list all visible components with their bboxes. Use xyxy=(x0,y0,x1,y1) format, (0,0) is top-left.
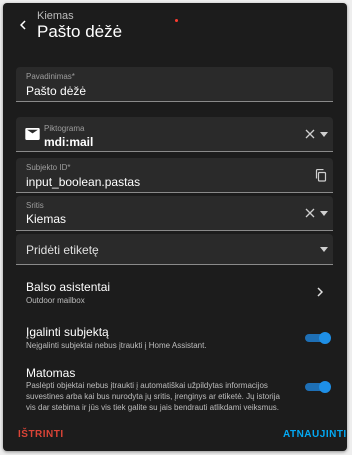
labels-placeholder: Pridėti etiketę xyxy=(26,243,99,257)
indicator-dot xyxy=(175,19,178,22)
visible-description: Paslėpti objektai nebus įtraukti į autom… xyxy=(26,381,280,412)
area-field[interactable]: Sritis Kiemas xyxy=(16,196,333,231)
delete-button[interactable]: IŠTRINTI xyxy=(18,429,64,440)
voice-assistants-title: Balso asistentai xyxy=(26,280,111,294)
icon-field-value: mdi:mail xyxy=(44,135,94,149)
name-field-label: Pavadinimas* xyxy=(26,72,75,81)
voice-assistants-row[interactable]: Balso asistentai Outdoor mailbox xyxy=(3,275,347,309)
visible-row: Matomas Paslėpti objektai nebus įtraukti… xyxy=(3,363,347,423)
voice-assistants-subtitle: Outdoor mailbox xyxy=(26,296,85,305)
area-field-label: Sritis xyxy=(26,201,44,210)
name-field[interactable]: Pavadinimas* Pašto dėžė xyxy=(16,67,333,102)
visible-toggle[interactable] xyxy=(305,381,331,393)
icon-field-label: Piktograma xyxy=(44,124,85,133)
dialog-header: Kiemas Pašto dėžė xyxy=(3,3,347,55)
chevron-right-icon xyxy=(315,286,325,298)
entity-id-value: input_boolean.pastas xyxy=(26,175,141,189)
enable-entity-title: Įgalinti subjektą xyxy=(26,325,109,339)
enable-entity-description: Neįgalinti subjektai nebus įtraukti į Ho… xyxy=(26,341,207,350)
entity-id-field[interactable]: Subjekto ID* input_boolean.pastas xyxy=(16,158,333,193)
dropdown-arrow-icon[interactable] xyxy=(319,129,329,139)
page-title: Pašto dėžė xyxy=(37,22,123,41)
labels-dropdown-arrow-icon[interactable] xyxy=(319,244,329,254)
copy-icon[interactable] xyxy=(314,168,328,182)
visible-title: Matomas xyxy=(26,366,76,380)
clear-icon[interactable] xyxy=(304,128,316,140)
update-button[interactable]: ATNAUJINTI xyxy=(283,429,347,440)
enable-entity-row: Įgalinti subjektą Neįgalinti subjektai n… xyxy=(3,321,347,351)
clear-area-icon[interactable] xyxy=(304,207,316,219)
enable-entity-toggle[interactable] xyxy=(305,332,331,344)
icon-field[interactable]: Piktograma mdi:mail xyxy=(16,117,333,152)
back-arrow-icon[interactable] xyxy=(13,15,33,35)
mail-icon xyxy=(24,127,40,141)
area-dropdown-arrow-icon[interactable] xyxy=(319,208,329,218)
area-field-value: Kiemas xyxy=(26,212,67,226)
labels-field[interactable]: Pridėti etiketę xyxy=(16,234,333,265)
breadcrumb: Kiemas xyxy=(37,10,74,22)
name-field-value: Pašto dėžė xyxy=(26,84,87,98)
entity-settings-dialog: Kiemas Pašto dėžė Pavadinimas* Pašto dėž… xyxy=(3,3,347,451)
entity-id-label: Subjekto ID* xyxy=(26,163,71,172)
